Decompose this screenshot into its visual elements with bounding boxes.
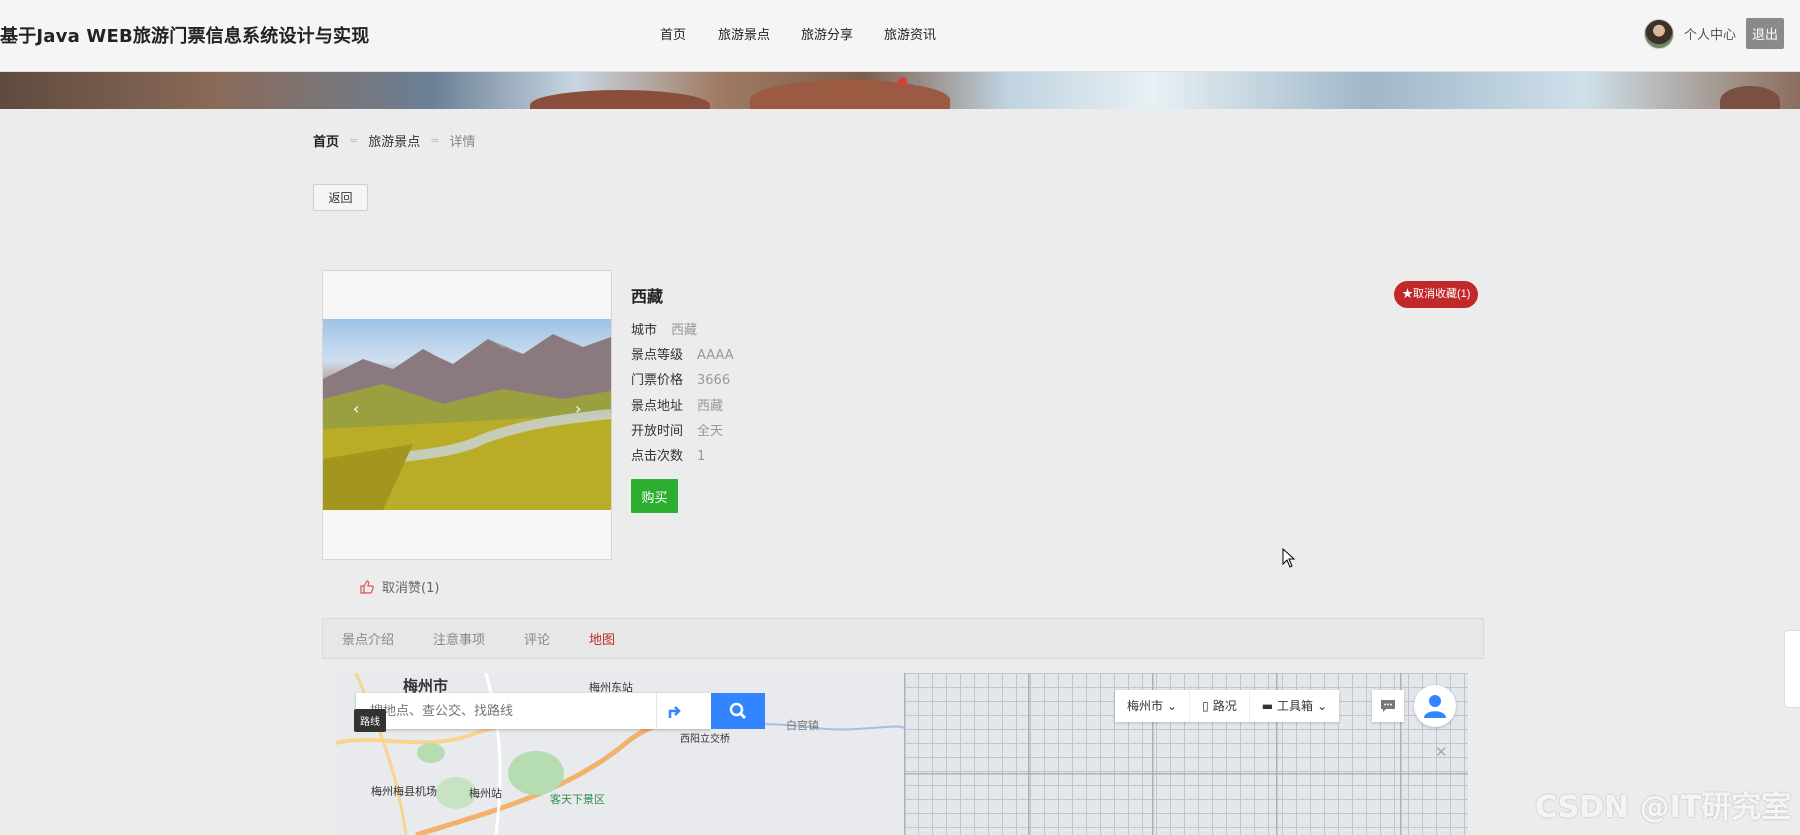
map-city-selector[interactable]: 梅州市 ⌄ xyxy=(1115,690,1191,722)
info-label: 开放时间 xyxy=(631,423,684,439)
route-tooltip: 路线 xyxy=(354,709,386,732)
map-view[interactable]: 梅州市 梅州东站 西阳立交桥 白宫镇 梅州梅县机场 梅州站 客天下景区 路线 梅… xyxy=(336,673,1468,835)
chevron-down-icon: ⌄ xyxy=(1167,699,1178,713)
breadcrumb-separator: = xyxy=(349,134,359,147)
nav-travel-share[interactable]: 旅游分享 xyxy=(801,24,853,43)
tab-map[interactable]: 地图 xyxy=(589,629,615,648)
banner-dots xyxy=(898,77,922,86)
breadcrumb-section[interactable]: 旅游景点 xyxy=(368,131,420,150)
map-toolbox-label: 工具箱 xyxy=(1277,699,1314,713)
map-poi-label: 白宫镇 xyxy=(786,719,819,732)
map-poi-label: 梅州梅县机场 xyxy=(371,785,437,798)
banner-dot-1[interactable] xyxy=(898,77,907,86)
info-label: 城市 xyxy=(631,323,658,338)
banner-dot-2[interactable] xyxy=(913,77,922,86)
logout-button[interactable]: 退出 xyxy=(1745,18,1784,49)
user-center-link[interactable]: 个人中心 xyxy=(1684,24,1736,43)
info-value: 西藏 xyxy=(671,323,698,338)
unfavorite-button[interactable]: ★取消收藏(1) xyxy=(1394,281,1479,308)
nav-travel-news[interactable]: 旅游资讯 xyxy=(884,24,936,43)
spot-info-list: 城市 西藏 景点等级 AAAA 门票价格 3666 景点地址 西藏 开放时间 全… xyxy=(631,318,734,469)
info-label: 景点地址 xyxy=(631,398,684,414)
user-area: 个人中心 退出 xyxy=(1643,18,1784,49)
map-user-button[interactable] xyxy=(1414,685,1456,727)
site-title: 基于Java WEB旅游门票信息系统设计与实现 xyxy=(0,26,370,47)
main-nav: 首页 旅游景点 旅游分享 旅游资讯 xyxy=(660,24,967,43)
info-value: 3666 xyxy=(697,373,731,389)
map-toolbar: 梅州市 ⌄ ▯ 路况 ▬ 工具箱 ⌄ xyxy=(1115,690,1340,722)
nav-home[interactable]: 首页 xyxy=(660,24,686,43)
info-label: 门票价格 xyxy=(631,373,684,389)
top-header: 基于Java WEB旅游门票信息系统设计与实现 首页 旅游景点 旅游分享 旅游资… xyxy=(0,0,1800,72)
map-poi-label: 西阳立交桥 xyxy=(680,734,730,745)
chevron-down-icon: ⌄ xyxy=(1317,699,1328,713)
breadcrumb: 首页 = 旅游景点 = 详情 xyxy=(313,131,475,150)
map-search-input[interactable] xyxy=(356,694,656,728)
map-city-selector-label: 梅州市 xyxy=(1127,699,1164,713)
mouse-cursor-icon xyxy=(1282,547,1296,572)
info-row-price: 门票价格 3666 xyxy=(631,368,734,393)
message-icon xyxy=(1381,700,1395,712)
info-value: 西藏 xyxy=(697,398,724,414)
info-row-city: 城市 西藏 xyxy=(631,318,734,343)
map-poi-label: 梅州站 xyxy=(469,787,502,800)
map-search-button[interactable] xyxy=(711,693,765,729)
info-value: 1 xyxy=(697,448,706,464)
info-value: 全天 xyxy=(697,423,724,439)
breadcrumb-separator: = xyxy=(430,134,440,147)
thumbs-up-icon xyxy=(360,579,374,594)
info-row-address: 景点地址 西藏 xyxy=(631,394,734,419)
route-arrow-icon xyxy=(668,706,681,718)
map-traffic-label: 路况 xyxy=(1212,699,1237,713)
info-row-clicks: 点击次数 1 xyxy=(631,444,734,469)
spot-photo: ‹ › xyxy=(323,319,611,510)
tab-notes[interactable]: 注意事项 xyxy=(433,629,485,648)
spot-name: 西藏 xyxy=(631,287,664,306)
map-poi-label: 客天下景区 xyxy=(550,793,605,806)
search-icon xyxy=(729,702,746,719)
banner-rock xyxy=(1720,86,1780,109)
side-share-widget[interactable] xyxy=(1784,630,1800,708)
traffic-light-icon: ▯ xyxy=(1202,699,1209,713)
banner-rock xyxy=(530,90,710,109)
breadcrumb-current: 详情 xyxy=(449,135,476,150)
map-route-button[interactable] xyxy=(656,693,692,729)
unlike-button[interactable]: 取消赞(1) xyxy=(360,577,439,596)
map-traffic-toggle[interactable]: ▯ 路况 xyxy=(1190,690,1250,722)
toolbox-icon: ▬ xyxy=(1261,699,1274,713)
detail-tabs: 景点介绍 注意事项 评论 地图 xyxy=(322,618,1484,659)
info-row-level: 景点等级 AAAA xyxy=(631,343,734,368)
map-message-button[interactable] xyxy=(1372,690,1404,722)
mountain-landscape-image xyxy=(323,334,611,510)
back-button[interactable]: 返回 xyxy=(313,184,368,211)
info-row-hours: 开放时间 全天 xyxy=(631,419,734,444)
info-label: 景点等级 xyxy=(631,348,684,364)
map-toolbox-menu[interactable]: ▬ 工具箱 ⌄ xyxy=(1250,690,1339,722)
nav-scenic-spots[interactable]: 旅游景点 xyxy=(718,24,770,43)
avatar[interactable] xyxy=(1643,18,1674,49)
buy-button[interactable]: 购买 xyxy=(631,479,678,513)
map-close-icon[interactable]: ✕ xyxy=(1435,743,1448,761)
tab-comments[interactable]: 评论 xyxy=(524,629,550,648)
map-search-box xyxy=(356,693,711,729)
carousel-next-icon[interactable]: › xyxy=(575,399,581,418)
info-value: AAAA xyxy=(697,348,734,364)
banner-carousel xyxy=(0,72,1800,109)
user-icon xyxy=(1424,695,1446,718)
breadcrumb-home[interactable]: 首页 xyxy=(313,131,339,150)
info-label: 点击次数 xyxy=(631,448,684,464)
carousel-prev-icon[interactable]: ‹ xyxy=(353,399,359,418)
watermark: CSDN @IT研究室 xyxy=(1535,790,1792,825)
unlike-label: 取消赞(1) xyxy=(382,581,440,596)
spot-image-box: ‹ › xyxy=(322,270,612,560)
tab-introduction[interactable]: 景点介绍 xyxy=(342,629,394,648)
